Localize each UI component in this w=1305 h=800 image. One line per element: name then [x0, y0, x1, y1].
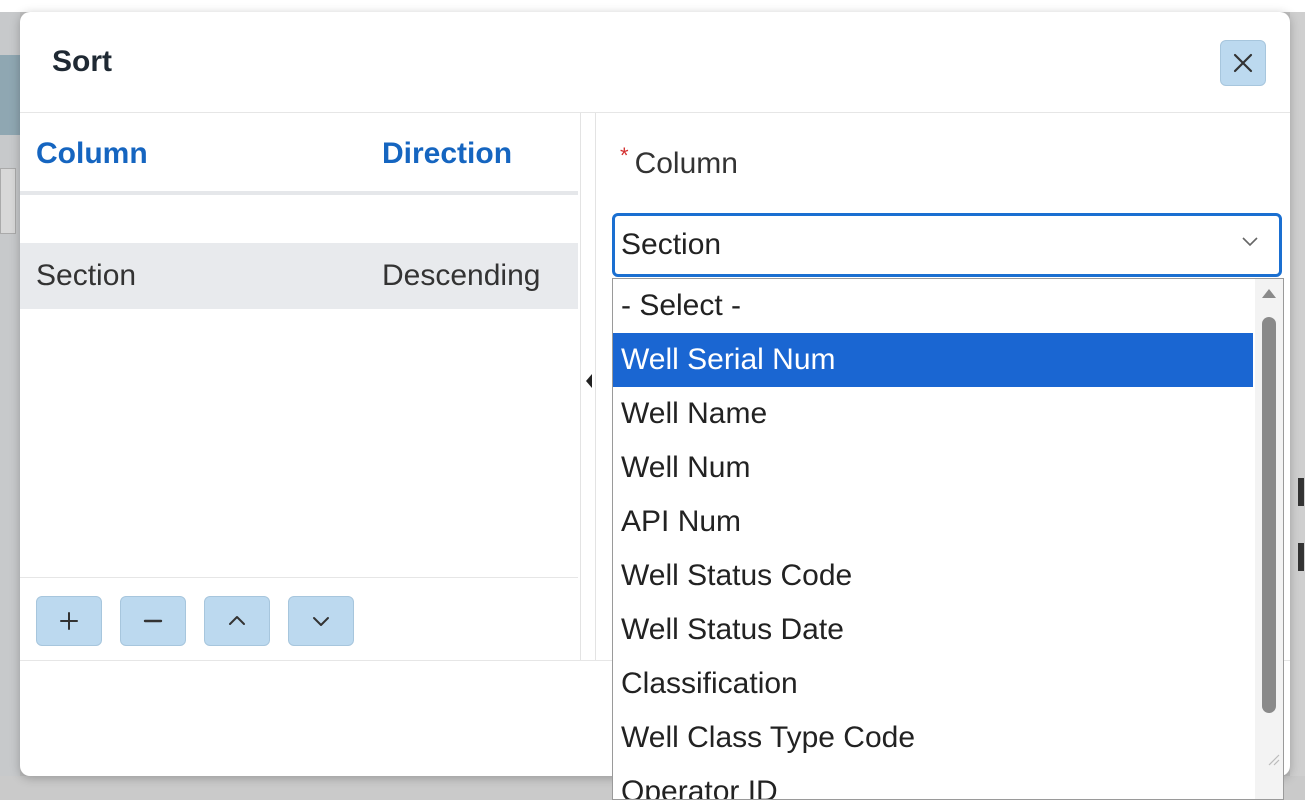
- dropdown-option[interactable]: Well Status Date: [613, 603, 1253, 657]
- backdrop-top: [0, 0, 1305, 12]
- dropdown-option[interactable]: Well Status Code: [613, 549, 1253, 603]
- sort-toolbar: [20, 577, 578, 661]
- add-sort-button[interactable]: [36, 596, 102, 646]
- dialog-header: Sort: [20, 12, 1290, 113]
- column-select[interactable]: Section: [612, 213, 1282, 277]
- close-icon: [1233, 53, 1253, 73]
- dropdown-option[interactable]: Well Serial Num: [613, 333, 1253, 387]
- collapse-left-icon[interactable]: [585, 373, 593, 389]
- dropdown-option[interactable]: Well Name: [613, 387, 1253, 441]
- column-label-text: Column: [634, 147, 738, 180]
- chevron-down-icon: [1242, 237, 1258, 247]
- minus-icon: [143, 619, 163, 623]
- dropdown-option[interactable]: Operator ID: [613, 765, 1253, 799]
- table-row[interactable]: Section Descending: [20, 243, 578, 309]
- panel-splitter[interactable]: [580, 113, 596, 660]
- chevron-down-icon: [313, 617, 329, 626]
- dropdown-option[interactable]: Well Num: [613, 441, 1253, 495]
- column-dropdown-list[interactable]: - Select - Well Serial Num Well Name Wel…: [612, 278, 1284, 800]
- column-field-label: * Column: [620, 143, 738, 181]
- row-direction-value: Descending: [382, 259, 541, 292]
- dropdown-option[interactable]: - Select -: [613, 279, 1253, 333]
- resize-grip-icon[interactable]: [1266, 752, 1280, 766]
- column-select-value: Section: [621, 228, 722, 261]
- backdrop-right-mark: [1298, 543, 1304, 571]
- remove-sort-button[interactable]: [120, 596, 186, 646]
- backdrop-right: [1290, 12, 1305, 800]
- backdrop-right-mark: [1298, 478, 1304, 506]
- dialog-title: Sort: [52, 45, 112, 78]
- dropdown-option[interactable]: Well Class Type Code: [613, 711, 1253, 765]
- close-button[interactable]: [1220, 40, 1266, 86]
- dropdown-option[interactable]: API Num: [613, 495, 1253, 549]
- backdrop-left-box: [0, 168, 16, 234]
- scroll-up-icon[interactable]: [1261, 287, 1277, 299]
- move-up-button[interactable]: [204, 596, 270, 646]
- sort-table-header: Column Direction: [20, 113, 578, 195]
- required-marker: *: [620, 143, 629, 168]
- plus-icon: [60, 612, 78, 630]
- column-header[interactable]: Column: [36, 137, 148, 171]
- dropdown-option[interactable]: Classification: [613, 657, 1253, 711]
- move-down-button[interactable]: [288, 596, 354, 646]
- row-column-value: Section: [36, 259, 137, 292]
- scrollbar-thumb[interactable]: [1262, 317, 1276, 713]
- direction-header[interactable]: Direction: [382, 137, 512, 171]
- chevron-up-icon: [229, 616, 245, 625]
- backdrop-left-accent: [0, 55, 20, 135]
- dropdown-scrollbar[interactable]: [1255, 279, 1283, 799]
- sort-list-panel: Column Direction Section Descending: [20, 113, 580, 660]
